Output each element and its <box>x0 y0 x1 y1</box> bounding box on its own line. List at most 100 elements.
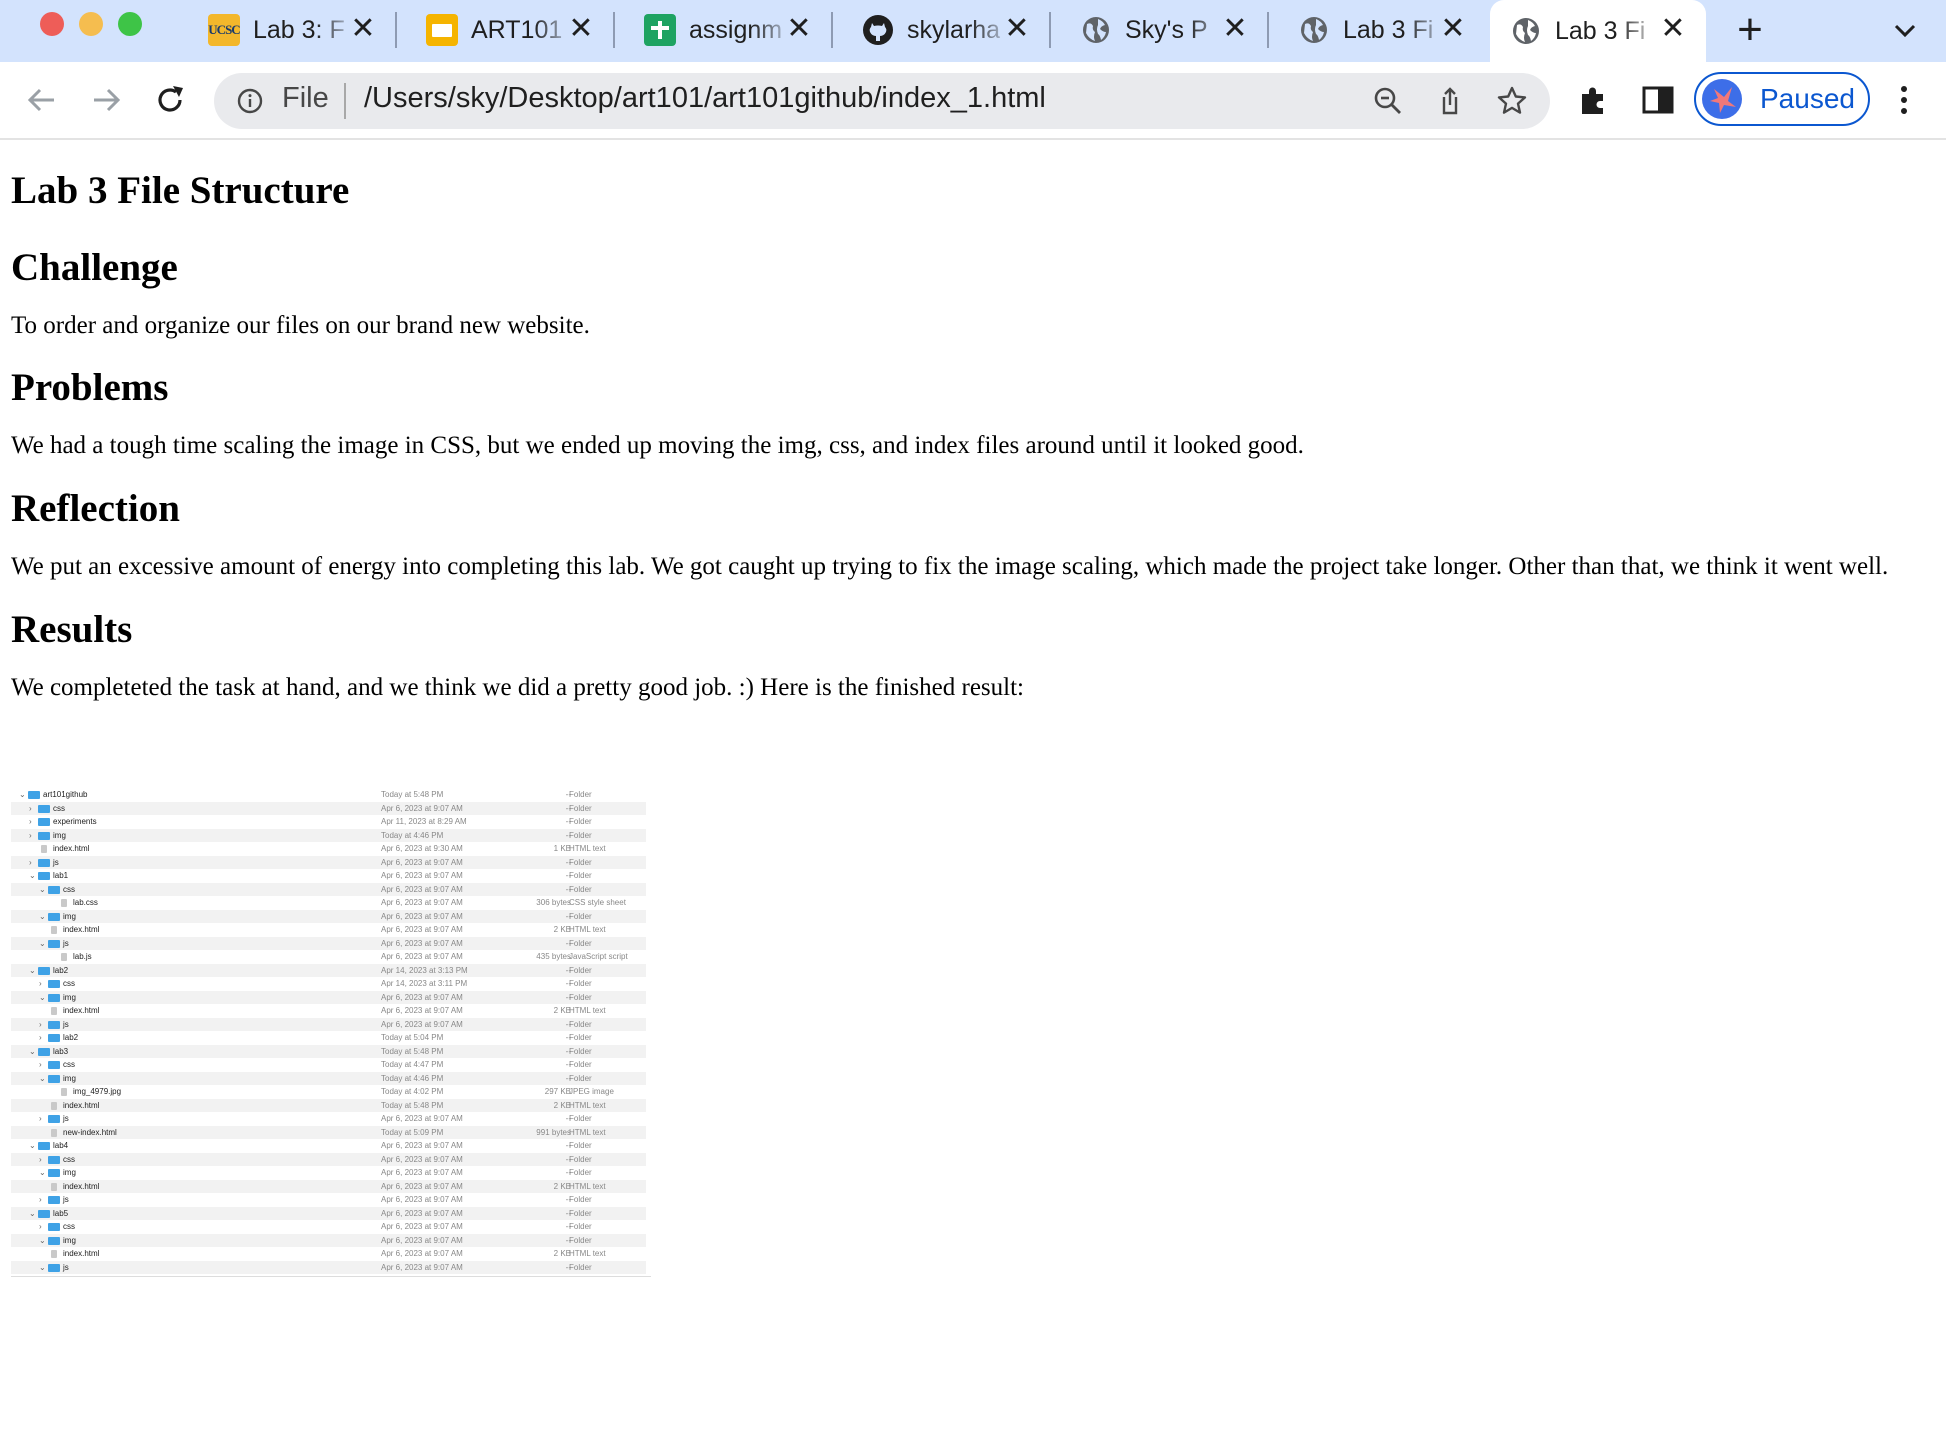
profile-status-label: Paused <box>1760 83 1855 114</box>
address-bar[interactable]: File /Users/sky/Desktop/art101/art101git… <box>214 73 1550 129</box>
extensions-puzzle-icon[interactable] <box>1576 82 1612 118</box>
close-tab-icon[interactable]: ✕ <box>566 14 596 44</box>
finder-row-kind: Folder <box>569 1019 592 1029</box>
tab-art101[interactable]: ART101 ✕ <box>406 8 615 52</box>
finder-row-name: img_4979.jpg <box>73 1087 122 1096</box>
finder-row-size: 1 KB <box>553 844 571 853</box>
tab-lab3-file-active[interactable]: Lab 3 Fi ✕ <box>1490 0 1706 62</box>
bookmark-star-icon[interactable] <box>1496 85 1528 117</box>
finder-row: ⌄ lab1 Apr 6, 2023 at 9:07 AM -- Folder <box>11 869 646 883</box>
finder-row-date: Apr 6, 2023 at 9:30 AM <box>381 844 463 853</box>
finder-row-date: Apr 6, 2023 at 9:07 AM <box>381 992 463 1002</box>
close-window-button[interactable] <box>40 12 64 36</box>
finder-row-size: -- <box>565 857 571 867</box>
finder-row-name: lab1 <box>53 871 69 880</box>
finder-row-name: index.html <box>63 1181 100 1191</box>
finder-row-kind: Folder <box>569 1154 592 1164</box>
finder-row-date: Apr 6, 2023 at 9:07 AM <box>381 857 463 867</box>
finder-row-date: Apr 6, 2023 at 9:07 AM <box>381 1181 463 1191</box>
tab-assignments[interactable]: assignm ✕ <box>624 8 833 52</box>
finder-row-name: index.html <box>63 925 100 934</box>
share-icon[interactable] <box>1434 85 1466 117</box>
globe-icon <box>1298 14 1330 46</box>
finder-row-kind: Folder <box>569 817 592 826</box>
finder-row-size: -- <box>565 1114 571 1123</box>
finder-row: › img Today at 4:46 PM -- Folder <box>11 828 646 842</box>
finder-row-size: -- <box>565 1033 571 1042</box>
finder-row: new-index.html Today at 5:09 PM 991 bytes H… <box>11 1125 646 1139</box>
finder-row-date: Apr 6, 2023 at 9:07 AM <box>381 1168 463 1177</box>
chevron-right-icon: › <box>29 803 32 813</box>
file-icon <box>51 1128 57 1137</box>
finder-row-date: Apr 6, 2023 at 9:07 AM <box>381 1249 463 1258</box>
section-heading-problems: Problems <box>11 366 169 409</box>
finder-row-size: 2 KB <box>553 925 571 934</box>
chevron-down-icon: ⌄ <box>39 1168 46 1177</box>
tab-github[interactable]: skylarha ✕ <box>842 8 1051 52</box>
finder-row-kind: Folder <box>569 790 592 799</box>
folder-icon <box>48 1155 60 1164</box>
minimize-window-button[interactable] <box>79 12 103 36</box>
fullscreen-window-button[interactable] <box>118 12 142 36</box>
forward-button[interactable] <box>84 78 128 122</box>
section-body-problems: We had a tough time scaling the image in… <box>11 432 1304 459</box>
finder-row: index.html Apr 6, 2023 at 9:07 AM 2 KB HTML… <box>11 1179 646 1193</box>
folder-icon <box>48 1196 60 1204</box>
folder-icon <box>48 939 60 948</box>
reload-button[interactable] <box>148 78 192 122</box>
finder-row-kind: Folder <box>569 992 592 1002</box>
finder-row: › css Apr 6, 2023 at 9:07 AM -- Folder <box>11 801 646 815</box>
back-button[interactable] <box>20 78 64 122</box>
finder-row-name: img <box>53 830 66 840</box>
chevron-down-icon: ⌄ <box>39 1235 46 1245</box>
chevron-down-icon: ⌄ <box>29 1046 36 1056</box>
close-tab-icon[interactable]: ✕ <box>1658 14 1688 44</box>
more-menu-icon[interactable] <box>1892 82 1916 118</box>
finder-row: ⌄ art101github Today at 5:48 PM -- Folder <box>11 788 646 802</box>
close-tab-icon[interactable]: ✕ <box>784 14 814 44</box>
finder-row-date: Apr 6, 2023 at 9:07 AM <box>381 925 463 934</box>
finder-row-name: experiments <box>53 817 97 826</box>
close-tab-icon[interactable]: ✕ <box>1220 14 1250 44</box>
finder-row-name: lab4 <box>53 1141 69 1150</box>
finder-row-size: -- <box>565 1154 571 1164</box>
tab-lab3-file[interactable]: Lab 3 Fi ✕ <box>1278 8 1486 52</box>
page-content: Lab 3 File Structure Challenge To order … <box>11 140 1941 703</box>
finder-row: › js Apr 6, 2023 at 9:07 AM -- Folder <box>11 1193 646 1207</box>
close-tab-icon[interactable]: ✕ <box>1002 14 1032 44</box>
zoom-out-icon[interactable] <box>1372 85 1404 117</box>
folder-icon <box>48 993 60 1002</box>
tab-title: ART101 <box>471 15 563 44</box>
finder-row-kind: Folder <box>569 871 592 880</box>
new-tab-button[interactable]: + <box>1730 8 1770 52</box>
side-panel-icon[interactable] <box>1640 82 1676 118</box>
chevron-down-icon: ⌄ <box>29 871 36 880</box>
finder-row-name: js <box>63 938 69 948</box>
finder-row-kind: Folder <box>569 938 592 948</box>
finder-row-name: lab.js <box>73 952 92 961</box>
finder-row-kind: Folder <box>569 830 592 840</box>
folder-icon <box>38 872 50 880</box>
tab-skys-page[interactable]: Sky's P ✕ <box>1060 8 1269 52</box>
finder-row-kind: HTML text <box>569 1006 606 1015</box>
finder-row-size: -- <box>565 992 571 1002</box>
folder-icon <box>38 1142 50 1150</box>
finder-row: ⌄ img Apr 6, 2023 at 9:07 AM -- Folder <box>11 990 646 1004</box>
finder-row-name: css <box>63 1154 75 1164</box>
close-tab-icon[interactable]: ✕ <box>348 14 378 44</box>
finder-row-kind: Folder <box>569 1195 592 1204</box>
close-tab-icon[interactable]: ✕ <box>1438 14 1468 44</box>
info-icon[interactable] <box>236 87 264 115</box>
tab-search-chevron-down-icon[interactable] <box>1890 16 1920 46</box>
url-text[interactable]: /Users/sky/Desktop/art101/art101github/i… <box>364 82 1046 115</box>
finder-row-name: img <box>63 1168 76 1177</box>
finder-row: › css Apr 6, 2023 at 9:07 AM -- Folder <box>11 1220 646 1234</box>
finder-row-date: Today at 5:04 PM <box>381 1033 444 1042</box>
finder-row-size: -- <box>565 979 571 988</box>
profile-button[interactable]: Paused <box>1694 72 1870 126</box>
finder-row-name: new-index.html <box>63 1127 117 1137</box>
chevron-right-icon: › <box>29 817 32 826</box>
finder-row-date: Today at 5:48 PM <box>381 1100 444 1110</box>
file-icon <box>51 1007 57 1015</box>
tab-lab3-ucsc[interactable]: UCSC Lab 3: F ✕ <box>188 8 397 52</box>
